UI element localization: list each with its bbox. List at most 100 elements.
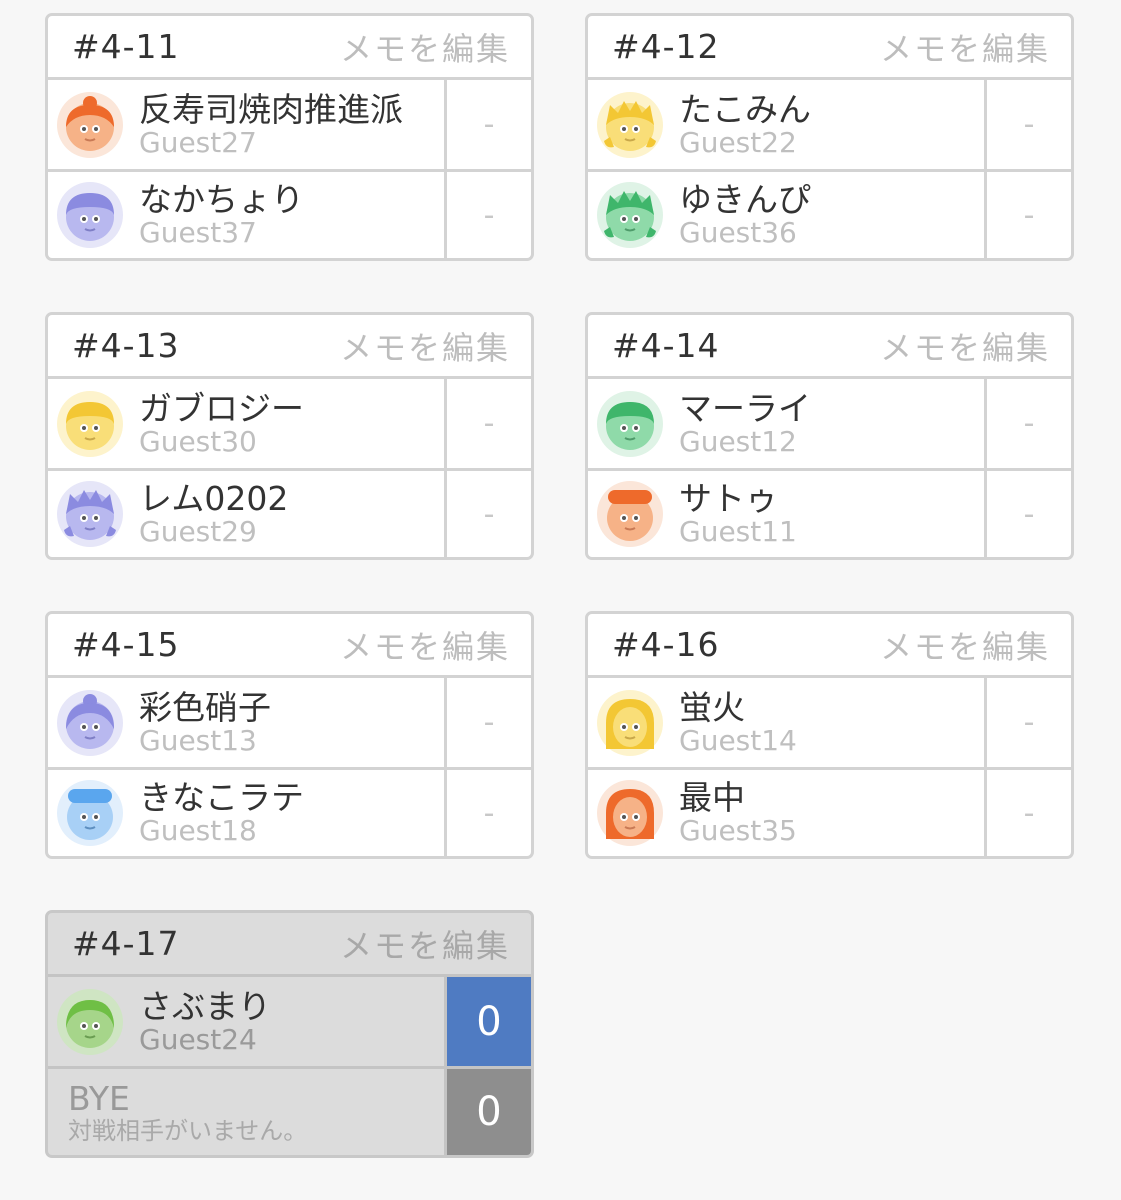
edit-memo-button[interactable]: メモを編集 (880, 24, 1050, 70)
blue-cap-icon (56, 779, 124, 847)
match-card-4-16: #4-16 メモを編集 蛍火 Guest14 - 最中 Guest35 - (585, 611, 1074, 859)
guest-id: Guest14 (679, 723, 797, 757)
score-cell[interactable]: - (447, 379, 531, 468)
bye-row: BYE 対戦相手がいません。 0 (48, 1066, 531, 1155)
player-entry[interactable]: きなこラテ Guest18 (48, 770, 447, 856)
player-entry[interactable]: サトゥ Guest11 (588, 471, 987, 557)
edit-memo-button[interactable]: メモを編集 (340, 921, 510, 967)
score-cell[interactable]: - (987, 80, 1071, 169)
bye-label: BYE (68, 1078, 130, 1118)
orange-long-hair-icon (596, 779, 664, 847)
edit-memo-button[interactable]: メモを編集 (880, 622, 1050, 668)
edit-memo-button[interactable]: メモを編集 (340, 24, 510, 70)
guest-id: Guest12 (679, 424, 797, 458)
match-header: #4-15 メモを編集 (48, 614, 531, 678)
guest-id: Guest18 (139, 814, 257, 847)
player-name: さぶまり (139, 986, 271, 1026)
player-row: 最中 Guest35 - (588, 767, 1071, 856)
guest-id: Guest29 (139, 515, 257, 548)
purple-bun-girl-icon (56, 689, 124, 757)
guest-id: Guest30 (139, 424, 257, 458)
yellow-boy-icon (56, 390, 124, 458)
score-cell[interactable]: - (987, 471, 1071, 557)
player-entry[interactable]: レム0202 Guest29 (48, 471, 447, 557)
player-row: ゆきんぴ Guest36 - (588, 169, 1071, 258)
player-row: たこみん Guest22 - (588, 80, 1071, 169)
match-header: #4-12 メモを編集 (588, 16, 1071, 80)
guest-id: Guest35 (679, 814, 797, 847)
player-name: 彩色硝子 (139, 687, 271, 727)
score-cell[interactable]: - (987, 770, 1071, 856)
match-number: #4-11 (72, 27, 180, 66)
player-name: 最中 (679, 778, 745, 817)
player-entry[interactable]: ゆきんぴ Guest36 (588, 172, 987, 258)
player-row: さぶまり Guest24 0 (48, 977, 531, 1066)
purple-spiky-icon (56, 480, 124, 548)
player-entry[interactable]: さぶまり Guest24 (48, 977, 447, 1066)
player-row: なかちょり Guest37 - (48, 169, 531, 258)
green-boy-icon (596, 390, 664, 458)
player-entry[interactable]: なかちょり Guest37 (48, 172, 447, 258)
player-row: きなこラテ Guest18 - (48, 767, 531, 856)
player-name: マーライ (679, 388, 811, 428)
player-row: 反寿司焼肉推進派 Guest27 - (48, 80, 531, 169)
player-name: 蛍火 (679, 687, 745, 727)
guest-id: Guest37 (139, 216, 257, 249)
player-name: たこみん (679, 89, 811, 129)
match-header: #4-11 メモを編集 (48, 16, 531, 80)
match-card-4-13: #4-13 メモを編集 ガブロジー Guest30 - レム0202 Guest… (45, 312, 534, 560)
player-name: ゆきんぴ (679, 180, 811, 219)
player-entry[interactable]: 最中 Guest35 (588, 770, 987, 856)
yellow-spiky-icon (596, 91, 664, 159)
green-girl-icon (56, 988, 124, 1056)
score-cell[interactable]: - (447, 172, 531, 258)
player-entry[interactable]: マーライ Guest12 (588, 379, 987, 468)
bye-entry: BYE 対戦相手がいません。 (48, 1069, 447, 1155)
green-spiky-icon (596, 181, 664, 249)
player-entry[interactable]: たこみん Guest22 (588, 80, 987, 169)
score-cell[interactable]: - (447, 80, 531, 169)
match-header: #4-17 メモを編集 (48, 913, 531, 977)
match-number: #4-15 (72, 625, 180, 664)
player-entry[interactable]: 反寿司焼肉推進派 Guest27 (48, 80, 447, 169)
player-name: サトゥ (679, 479, 778, 518)
match-header: #4-16 メモを編集 (588, 614, 1071, 678)
player-row: ガブロジー Guest30 - (48, 379, 531, 468)
purple-boy-icon (56, 181, 124, 249)
player-name: なかちょり (139, 180, 304, 219)
match-card-4-14: #4-14 メモを編集 マーライ Guest12 - サトゥ Guest11 - (585, 312, 1074, 560)
guest-id: Guest22 (679, 125, 797, 159)
edit-memo-button[interactable]: メモを編集 (880, 323, 1050, 369)
guest-id: Guest11 (679, 515, 797, 548)
match-number: #4-13 (72, 326, 180, 365)
orange-cap-icon (596, 480, 664, 548)
score-cell[interactable]: - (987, 172, 1071, 258)
score-cell[interactable]: - (987, 678, 1071, 767)
player-row: マーライ Guest12 - (588, 379, 1071, 468)
edit-memo-button[interactable]: メモを編集 (340, 622, 510, 668)
score-cell[interactable]: - (447, 678, 531, 767)
player-name: ガブロジー (139, 388, 304, 428)
match-header: #4-13 メモを編集 (48, 315, 531, 379)
player-entry[interactable]: 蛍火 Guest14 (588, 678, 987, 767)
player-entry[interactable]: ガブロジー Guest30 (48, 379, 447, 468)
player-name: 反寿司焼肉推進派 (139, 89, 403, 129)
guest-id: Guest36 (679, 216, 797, 249)
guest-id: Guest24 (139, 1022, 257, 1056)
edit-memo-button[interactable]: メモを編集 (340, 323, 510, 369)
score-cell[interactable]: - (987, 379, 1071, 468)
player-row: 彩色硝子 Guest13 - (48, 678, 531, 767)
player-row: サトゥ Guest11 - (588, 468, 1071, 557)
score-cell[interactable]: - (447, 770, 531, 856)
tournament-bracket: #4-11 メモを編集 反寿司焼肉推進派 Guest27 - なかちょり Gue… (0, 0, 1121, 1200)
match-number: #4-17 (72, 924, 180, 963)
match-card-4-12: #4-12 メモを編集 たこみん Guest22 - ゆきんぴ Guest36 … (585, 13, 1074, 261)
guest-id: Guest27 (139, 125, 257, 159)
match-card-4-17: #4-17 メモを編集 さぶまり Guest24 0 BYE 対戦相手がいません… (45, 910, 534, 1158)
match-card-4-11: #4-11 メモを編集 反寿司焼肉推進派 Guest27 - なかちょり Gue… (45, 13, 534, 261)
player-entry[interactable]: 彩色硝子 Guest13 (48, 678, 447, 767)
player-name: きなこラテ (139, 778, 304, 817)
winner-score[interactable]: 0 (447, 977, 531, 1066)
score-cell[interactable]: - (447, 471, 531, 557)
match-number: #4-12 (612, 27, 720, 66)
